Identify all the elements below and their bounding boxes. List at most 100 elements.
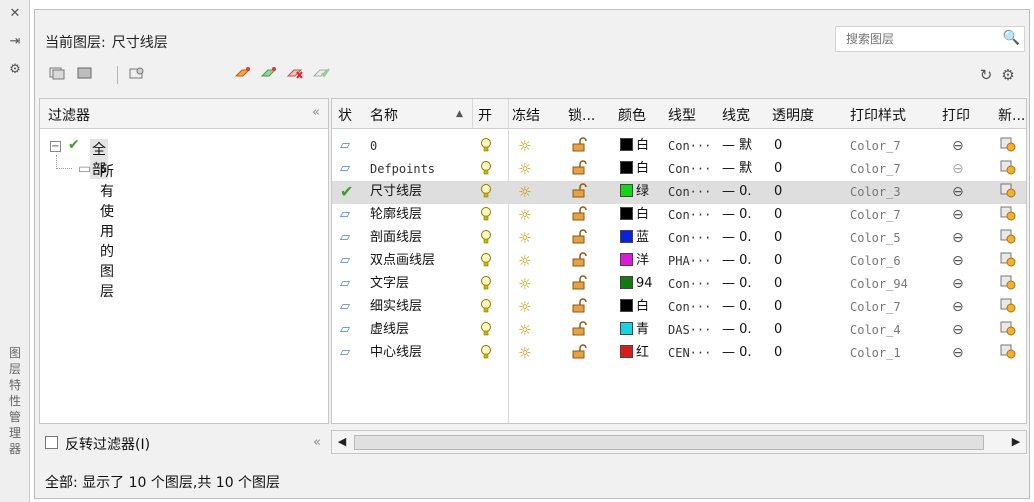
- refresh-icon[interactable]: ↻: [975, 66, 997, 84]
- layer-lineweight[interactable]: — 默: [722, 160, 752, 178]
- layer-linetype[interactable]: Con···: [668, 275, 711, 293]
- layer-name[interactable]: 剖面线层: [370, 229, 422, 247]
- layer-on-bulb-icon[interactable]: [480, 160, 492, 181]
- layer-on-bulb-icon[interactable]: [480, 183, 492, 204]
- new-layer-vp-frozen-icon[interactable]: [259, 66, 279, 84]
- new-vp-freeze-icon[interactable]: [1000, 344, 1016, 364]
- col-plot-style[interactable]: 打印样式: [850, 105, 906, 125]
- plot-printer-icon[interactable]: ⊖: [952, 137, 964, 155]
- collapse-left-icon[interactable]: «: [313, 435, 321, 450]
- layer-unlock-icon[interactable]: [572, 298, 588, 318]
- plot-printer-icon[interactable]: ⊖: [952, 183, 964, 201]
- layer-unlock-icon[interactable]: [572, 344, 588, 364]
- new-vp-freeze-icon[interactable]: [1000, 252, 1016, 272]
- layer-transparency[interactable]: 0: [774, 298, 782, 316]
- col-color[interactable]: 颜色: [618, 105, 646, 125]
- scroll-left-arrow[interactable]: ◀: [335, 434, 349, 450]
- layer-lineweight[interactable]: — 0.: [722, 206, 752, 224]
- layer-lineweight[interactable]: — 0.: [722, 275, 752, 293]
- table-row[interactable]: ▱ 中心线层 ☼ 红 CEN··· — 0. 0 Color_1 ⊖: [332, 342, 1026, 365]
- plot-printer-icon[interactable]: ⊖: [952, 298, 964, 316]
- layer-transparency[interactable]: 0: [774, 275, 782, 293]
- layer-transparency[interactable]: 0: [774, 252, 782, 270]
- layer-transparency[interactable]: 0: [774, 344, 782, 362]
- new-layer-icon[interactable]: [233, 66, 253, 84]
- layer-unlock-icon[interactable]: [572, 229, 588, 249]
- auto-hide-icon[interactable]: ⇥: [7, 34, 23, 50]
- new-vp-freeze-icon[interactable]: [1000, 298, 1016, 318]
- table-row[interactable]: ✔ 尺寸线层 ☼ 绿 Con··· — 0. 0 Color_3 ⊖: [332, 181, 1026, 204]
- layer-thaw-sun-icon[interactable]: ☼: [518, 321, 531, 339]
- col-lock[interactable]: 锁...: [568, 105, 595, 125]
- layer-on-bulb-icon[interactable]: [480, 252, 492, 273]
- plot-printer-icon[interactable]: ⊖: [952, 252, 964, 270]
- layer-linetype[interactable]: Con···: [668, 160, 711, 178]
- new-vp-freeze-icon[interactable]: [1000, 275, 1016, 295]
- layer-color-cell[interactable]: 蓝: [620, 229, 649, 247]
- col-new-vp-freeze[interactable]: 新...: [998, 105, 1025, 125]
- layer-color-cell[interactable]: 红: [620, 344, 649, 362]
- scroll-right-arrow[interactable]: ▶: [1009, 434, 1023, 450]
- layer-lineweight[interactable]: — 0.: [722, 344, 752, 362]
- layer-color-cell[interactable]: 洋: [620, 252, 649, 270]
- plot-printer-icon[interactable]: ⊖: [952, 229, 964, 247]
- layer-transparency[interactable]: 0: [774, 229, 782, 247]
- layer-color-cell[interactable]: 白: [620, 160, 649, 178]
- close-icon[interactable]: ✕: [7, 6, 23, 22]
- layer-on-bulb-icon[interactable]: [480, 206, 492, 227]
- layer-unlock-icon[interactable]: [572, 160, 588, 180]
- layer-lineweight[interactable]: — 0.: [722, 252, 752, 270]
- table-row[interactable]: ▱ 虚线层 ☼ 青 DAS··· — 0. 0 Color_4 ⊖: [332, 319, 1026, 342]
- table-row[interactable]: ▱ 0 ☼ 白 Con··· — 默 0 Color_7 ⊖: [332, 135, 1026, 158]
- new-vp-freeze-icon[interactable]: [1000, 229, 1016, 249]
- invert-filter-checkbox[interactable]: [45, 436, 58, 449]
- layer-linetype[interactable]: Con···: [668, 137, 711, 155]
- layer-linetype[interactable]: Con···: [668, 229, 711, 247]
- new-vp-freeze-icon[interactable]: [1000, 137, 1016, 157]
- delete-layer-icon[interactable]: [285, 66, 305, 84]
- table-row[interactable]: ▱ 细实线层 ☼ 白 Con··· — 0. 0 Color_7 ⊖: [332, 296, 1026, 319]
- plot-printer-icon[interactable]: ⊖: [952, 160, 964, 178]
- layer-color-cell[interactable]: 94: [620, 275, 653, 293]
- layer-name[interactable]: 0: [370, 137, 377, 155]
- col-lineweight[interactable]: 线宽: [722, 105, 750, 125]
- layer-name[interactable]: 双点画线层: [370, 252, 435, 270]
- layer-name[interactable]: 文字层: [370, 275, 409, 293]
- plot-printer-icon[interactable]: ⊖: [952, 275, 964, 293]
- new-vp-freeze-icon[interactable]: [1000, 206, 1016, 226]
- layer-name[interactable]: 细实线层: [370, 298, 422, 316]
- layer-thaw-sun-icon[interactable]: ☼: [518, 206, 531, 224]
- layer-on-bulb-icon[interactable]: [480, 137, 492, 158]
- layer-lineweight[interactable]: — 0.: [722, 321, 752, 339]
- layer-unlock-icon[interactable]: [572, 275, 588, 295]
- layer-linetype[interactable]: Con···: [668, 298, 711, 316]
- layer-name[interactable]: 尺寸线层: [370, 183, 422, 201]
- plot-printer-icon[interactable]: ⊖: [952, 344, 964, 362]
- layer-thaw-sun-icon[interactable]: ☼: [518, 229, 531, 247]
- layer-color-cell[interactable]: 白: [620, 298, 649, 316]
- table-row[interactable]: ▱ 轮廓线层 ☼ 白 Con··· — 0. 0 Color_7 ⊖: [332, 204, 1026, 227]
- layer-linetype[interactable]: Con···: [668, 183, 711, 201]
- layer-lineweight[interactable]: — 0.: [722, 183, 752, 201]
- table-row[interactable]: ▱ 剖面线层 ☼ 蓝 Con··· — 0. 0 Color_5 ⊖: [332, 227, 1026, 250]
- layer-unlock-icon[interactable]: [572, 321, 588, 341]
- layer-transparency[interactable]: 0: [774, 160, 782, 178]
- layer-states-manager-icon[interactable]: [127, 66, 147, 84]
- scroll-thumb[interactable]: [354, 435, 984, 450]
- horizontal-scrollbar[interactable]: ◀ ▶: [331, 430, 1027, 454]
- layer-on-bulb-icon[interactable]: [480, 298, 492, 319]
- layer-transparency[interactable]: 0: [774, 183, 782, 201]
- layer-linetype[interactable]: CEN···: [668, 344, 711, 362]
- layer-unlock-icon[interactable]: [572, 183, 588, 203]
- layer-name[interactable]: 中心线层: [370, 344, 422, 362]
- new-vp-freeze-icon[interactable]: [1000, 321, 1016, 341]
- layer-thaw-sun-icon[interactable]: ☼: [518, 137, 531, 155]
- col-plot[interactable]: 打印: [942, 105, 970, 125]
- layer-linetype[interactable]: DAS···: [668, 321, 711, 339]
- layer-transparency[interactable]: 0: [774, 137, 782, 155]
- new-property-filter-icon[interactable]: [47, 66, 67, 84]
- properties-icon[interactable]: ⚙: [7, 62, 23, 78]
- col-linetype[interactable]: 线型: [668, 105, 696, 125]
- layer-on-bulb-icon[interactable]: [480, 229, 492, 250]
- layer-unlock-icon[interactable]: [572, 206, 588, 226]
